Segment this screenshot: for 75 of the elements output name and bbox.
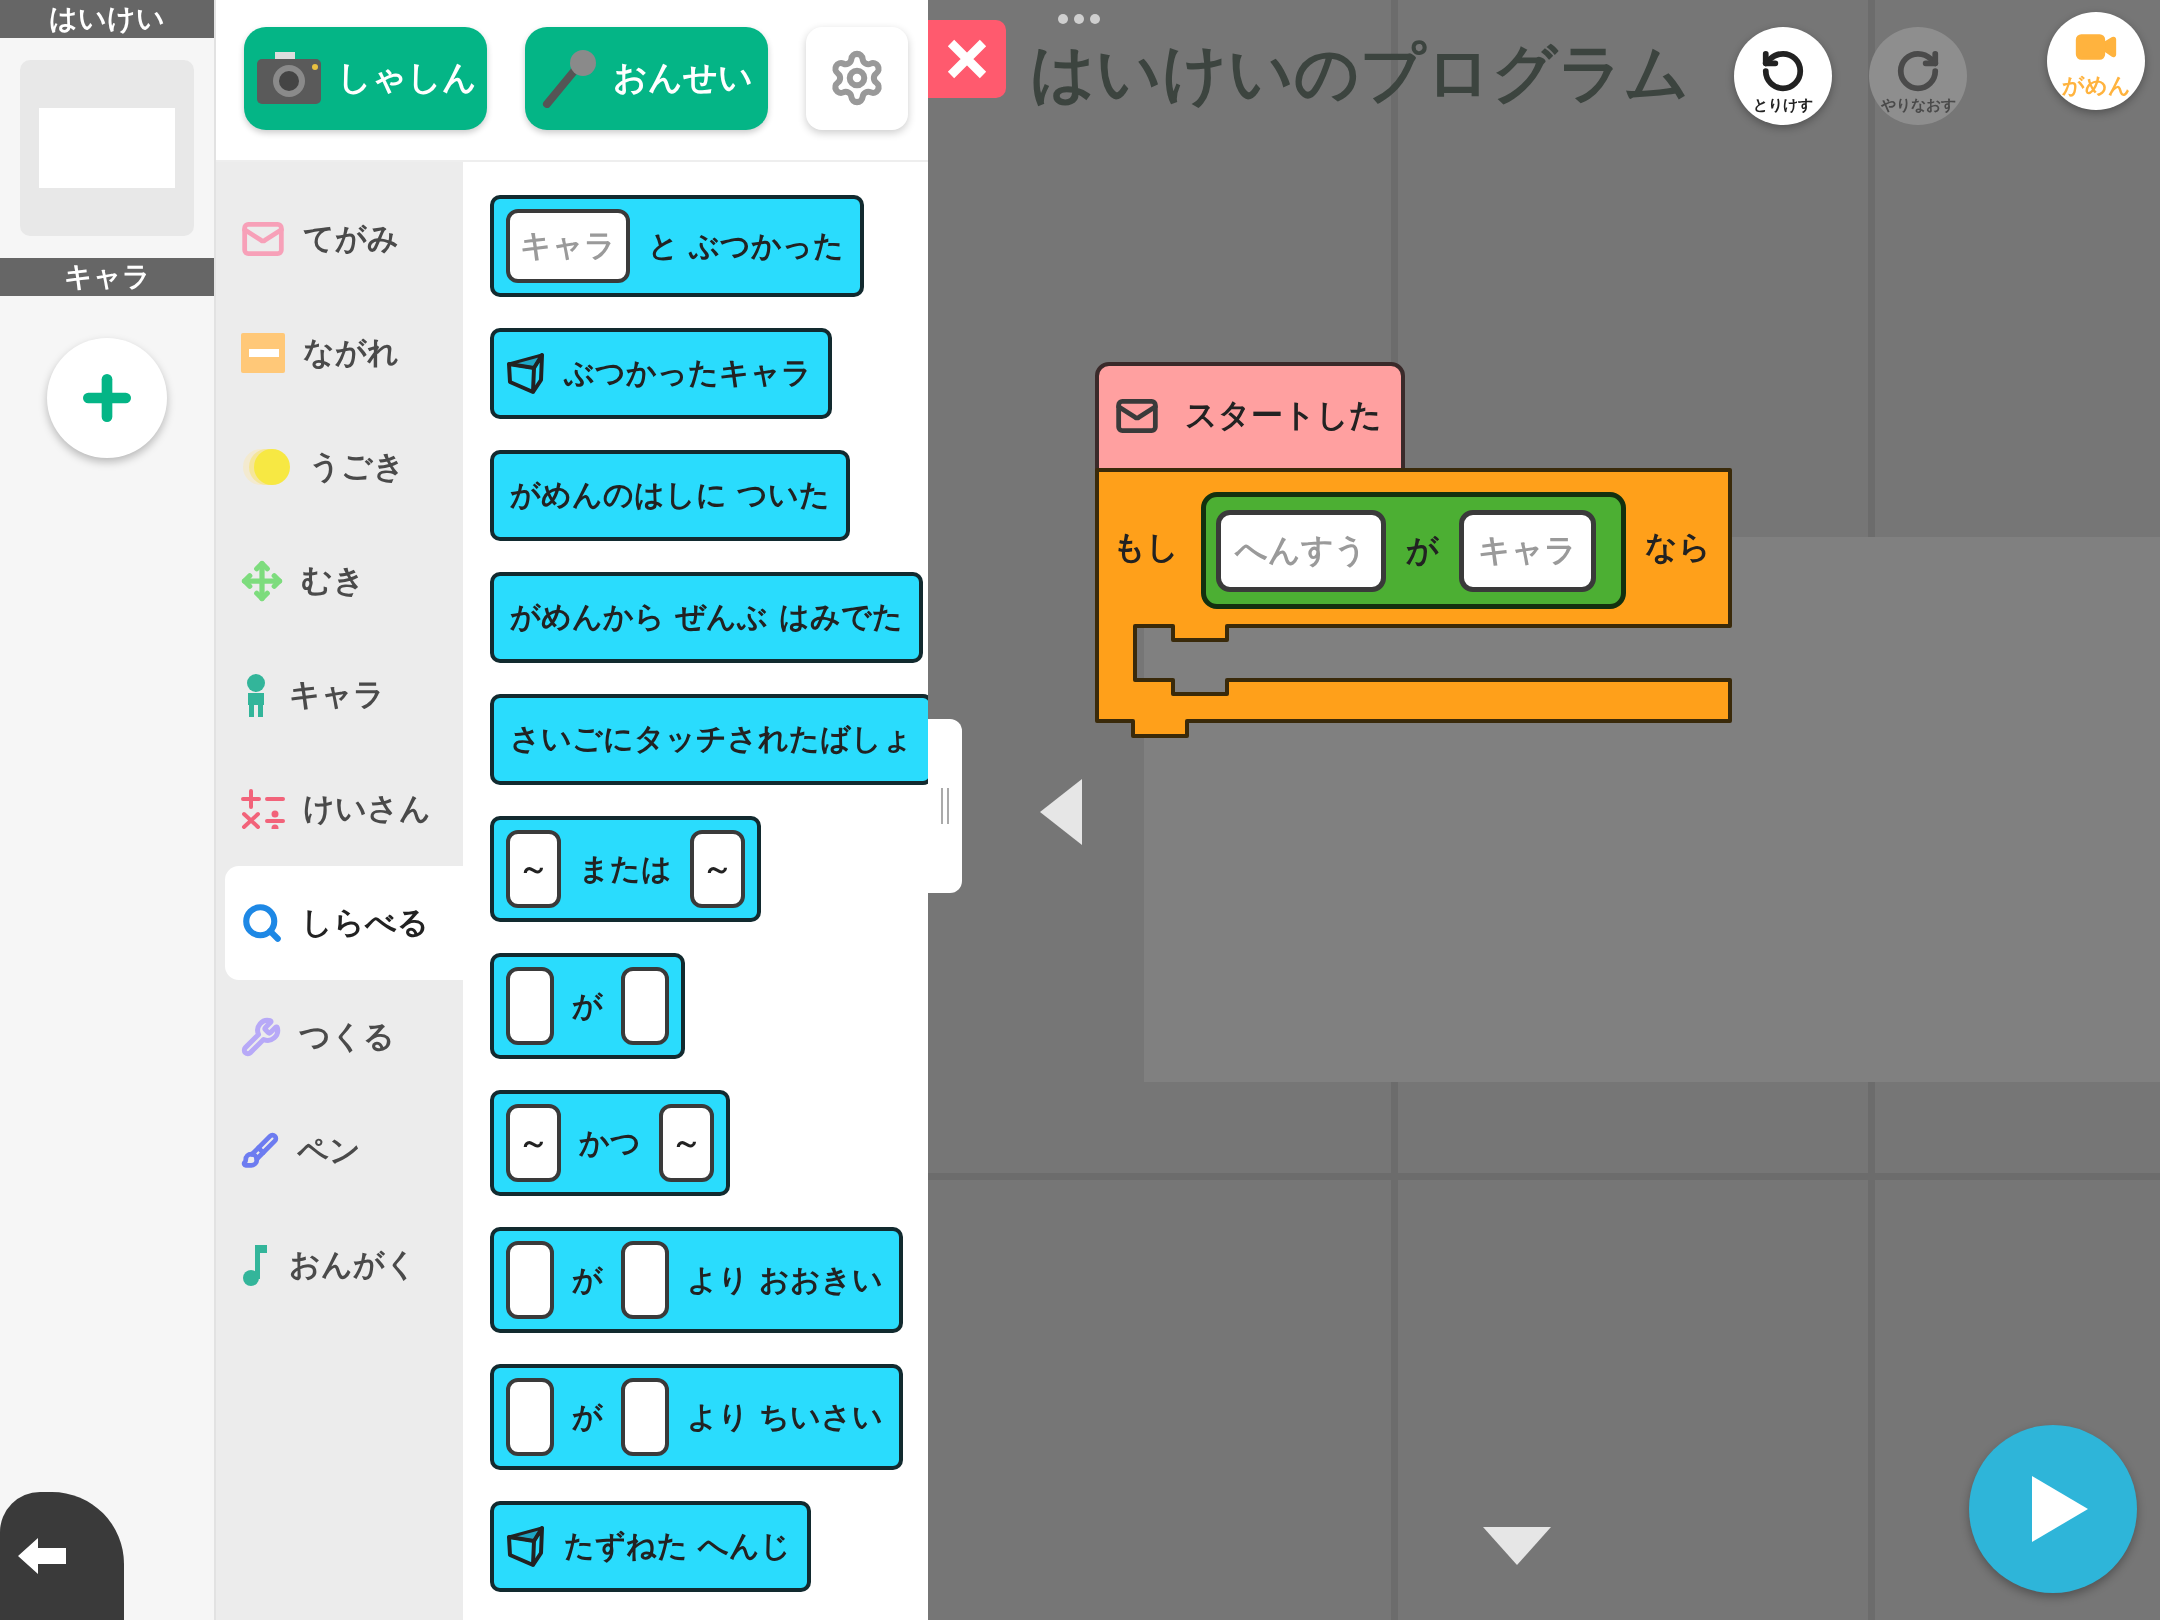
code-block[interactable]: が より ちいさい	[490, 1364, 904, 1470]
category-item[interactable]: てがみ	[225, 182, 463, 296]
block-label: または	[578, 849, 673, 888]
panel-handle[interactable]	[928, 719, 962, 893]
section-header: はいけい	[0, 0, 214, 38]
input-slot[interactable]	[506, 1241, 554, 1319]
microphone-icon	[540, 48, 599, 108]
code-block[interactable]: がめんから ぜんぶ はみでた	[490, 572, 923, 663]
block-label: がめんから ぜんぶ はみでた	[509, 598, 904, 636]
input-slot[interactable]	[506, 967, 554, 1045]
program-title: はいけいのプログラム	[1030, 35, 1690, 112]
category-item[interactable]: ペン	[225, 1094, 463, 1208]
block-label: スタートした	[1185, 395, 1382, 436]
code-block[interactable]: さいごにタッチされたばしょ	[490, 694, 928, 785]
code-block[interactable]: ～ かつ ～	[490, 1090, 730, 1196]
code-block[interactable]: ぶつかったキャラ	[490, 328, 832, 419]
category-item[interactable]: むき	[225, 524, 463, 638]
category-item[interactable]: ながれ	[225, 296, 463, 410]
more-icon[interactable]	[1058, 14, 1100, 24]
block-label: より おおきい	[686, 1260, 885, 1299]
block-label: が	[571, 1260, 604, 1299]
input-slot[interactable]	[621, 967, 669, 1045]
input-slot[interactable]: ～	[690, 830, 745, 908]
input-slot[interactable]	[621, 1378, 669, 1456]
category-item[interactable]: おんがく	[225, 1208, 463, 1322]
block-label: がめんのはしに ついた	[509, 476, 832, 514]
block-label: かつ	[578, 1123, 642, 1162]
expand-arrow-icon[interactable]	[1481, 1525, 1553, 1567]
code-block[interactable]: が	[490, 953, 685, 1059]
back-button[interactable]	[0, 1492, 124, 1620]
move-arrows-icon	[241, 560, 283, 602]
category-item[interactable]: けいさん	[225, 752, 463, 866]
code-block[interactable]: たずねた へんじ	[490, 1501, 812, 1592]
category-item[interactable]: つくる	[225, 980, 463, 1094]
block-label: と ぶつかった	[647, 226, 846, 265]
category-item[interactable]: うごき	[225, 410, 463, 524]
block-label: もし	[1113, 527, 1179, 568]
block-label: たずねた へんじ	[563, 1527, 793, 1565]
search-icon	[241, 902, 283, 944]
category-item[interactable]: しらべる	[225, 866, 463, 980]
block-label: が	[571, 1397, 604, 1436]
brush-icon	[241, 1132, 279, 1170]
box-icon	[506, 1524, 546, 1569]
collapse-arrow-icon[interactable]	[1038, 777, 1084, 847]
section-header: キャラ	[0, 258, 214, 296]
math-symbols-icon	[241, 789, 285, 829]
block-label: より ちいさい	[686, 1397, 885, 1436]
back-arrow-icon	[16, 1536, 68, 1576]
code-block[interactable]: が より おおきい	[490, 1227, 904, 1333]
wrench-icon	[241, 1017, 281, 1057]
play-icon	[2030, 1474, 2090, 1544]
add-button[interactable]	[47, 338, 167, 458]
close-button[interactable]	[928, 20, 1006, 98]
category-item[interactable]: キャラ	[225, 638, 463, 752]
settings-button[interactable]	[806, 26, 908, 130]
box-icon	[506, 351, 546, 396]
code-block[interactable]: キャラ と ぶつかった	[490, 195, 865, 297]
code-block[interactable]: ～ または ～	[490, 816, 761, 922]
block-label: ぶつかったキャラ	[562, 354, 813, 392]
input-slot[interactable]: ～	[659, 1104, 714, 1182]
camera-icon	[254, 50, 323, 106]
block-label: が	[571, 986, 604, 1025]
undo-button[interactable]: とりけす	[1734, 27, 1832, 125]
input-slot[interactable]	[506, 1378, 554, 1456]
input-slot[interactable]: ～	[506, 1104, 561, 1182]
circles-icon	[241, 447, 291, 487]
block-label: さいごにタッチされたばしょ	[509, 720, 914, 758]
grip-icon	[940, 788, 950, 824]
ruler-icon	[241, 333, 285, 373]
close-icon	[945, 37, 989, 81]
input-slot[interactable]: ～	[506, 830, 561, 908]
block-label: が	[1406, 529, 1439, 571]
block-label: なら	[1645, 527, 1711, 568]
code-block[interactable]: がめんのはしに ついた	[490, 450, 851, 541]
input-slot[interactable]	[621, 1241, 669, 1319]
